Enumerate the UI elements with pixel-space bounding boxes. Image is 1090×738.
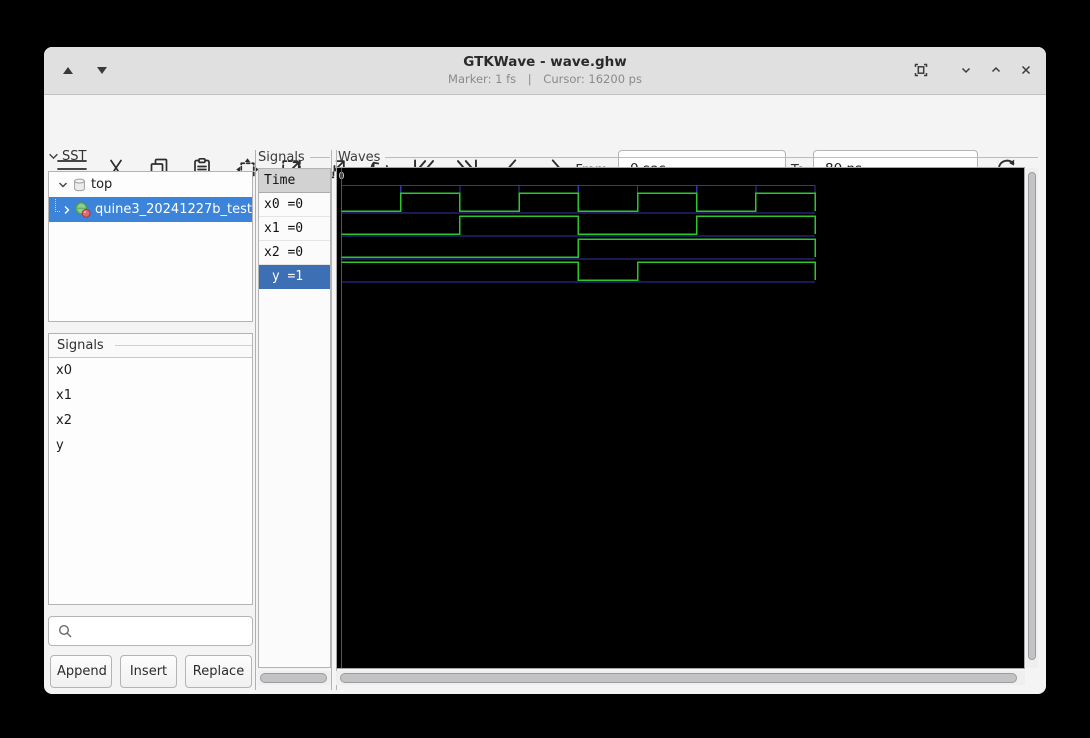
time-header[interactable]: Time	[259, 169, 330, 193]
signal-list-item-y[interactable]: y	[49, 433, 252, 458]
signals-column-row-2[interactable]: x2 =0	[259, 241, 330, 265]
window-status: Marker: 1 fs | Cursor: 16200 ps	[44, 72, 1046, 86]
maximize-icon	[991, 66, 1001, 73]
window-title: GTKWave - wave.ghw	[463, 54, 627, 70]
signals-column: Time x0 =0 x1 =0 x2 =0 y =1	[258, 168, 331, 668]
expander-down-icon[interactable]	[48, 151, 59, 162]
search-icon	[58, 624, 72, 638]
titlebar[interactable]: GTKWave - wave.ghw Marker: 1 fs | Cursor…	[44, 47, 1046, 95]
signals-column-label: Signals	[258, 149, 330, 166]
fullscreen-button[interactable]	[907, 56, 935, 84]
signals-column-row-0[interactable]: x0 =0	[259, 193, 330, 217]
sst-section-header: SST	[48, 149, 86, 164]
wave-trace-y	[341, 261, 816, 281]
expander-down-icon[interactable]	[56, 180, 70, 190]
waves-label: Waves	[338, 149, 1038, 166]
wave-trace-x1	[341, 215, 816, 235]
gtkwave-window: GTKWave - wave.ghw Marker: 1 fs | Cursor…	[44, 47, 1046, 694]
maximize-button[interactable]	[982, 56, 1010, 84]
fullscreen-icon	[914, 63, 928, 77]
append-button[interactable]: Append	[50, 655, 112, 688]
minimize-button[interactable]	[952, 56, 980, 84]
signal-list-item-x1[interactable]: x1	[49, 383, 252, 408]
marker-status: Marker: 1 fs	[448, 72, 517, 86]
tree-item-label: top	[91, 177, 113, 192]
waves-vscroll-thumb[interactable]	[1028, 172, 1036, 660]
wave-trace-x2	[341, 238, 816, 258]
close-icon	[1021, 65, 1031, 75]
signals-column-hscroll-thumb[interactable]	[260, 673, 327, 683]
tree-guide	[55, 199, 60, 212]
minimize-icon	[961, 67, 971, 74]
module-icon	[74, 201, 91, 218]
signals-column-row-3[interactable]: y =1	[259, 265, 330, 289]
close-button[interactable]	[1012, 56, 1040, 84]
waves-hscroll-thumb[interactable]	[340, 673, 1017, 683]
signal-search	[48, 616, 253, 646]
wave-trace-x0	[341, 192, 816, 212]
signal-list-item-x0[interactable]: x0	[49, 358, 252, 383]
wave-canvas[interactable]: 0	[337, 168, 1024, 668]
signals-column-row-1[interactable]: x1 =0	[259, 217, 330, 241]
search-input[interactable]	[78, 622, 252, 640]
signal-filter-frame-label: Signals	[49, 334, 252, 358]
signal-list-item-x2[interactable]: x2	[49, 408, 252, 433]
signal-filter-list: x0 x1 x2 y	[49, 358, 252, 458]
insert-button[interactable]: Insert	[120, 655, 177, 688]
waves-hscrollbar[interactable]	[336, 671, 1025, 685]
signal-filter-frame: Signals x0 x1 x2 y	[48, 333, 253, 605]
waves-vscrollbar[interactable]	[1026, 168, 1038, 668]
signal-value-rows: x0 =0 x1 =0 x2 =0 y =1	[259, 193, 330, 289]
cursor-status: Cursor: 16200 ps	[543, 72, 642, 86]
tree-item-label: quine3_20241227b_test	[95, 202, 252, 217]
sst-tree: top quine3_20241227b_test	[48, 171, 253, 322]
pane-splitter-left[interactable]	[255, 150, 256, 690]
expander-right-icon[interactable]	[62, 205, 72, 215]
sst-tree-item-1[interactable]: quine3_20241227b_test	[49, 197, 252, 222]
sst-label: SST	[62, 149, 87, 164]
desktop-background: GTKWave - wave.ghw Marker: 1 fs | Cursor…	[0, 0, 1090, 738]
wave-canvas-frame: 0	[336, 167, 1025, 669]
signals-column-hscrollbar[interactable]	[258, 671, 331, 685]
database-icon	[72, 177, 87, 193]
status-separator: |	[527, 72, 532, 86]
toolbar: From: To:	[44, 95, 1046, 188]
sst-tree-item-0[interactable]: top	[49, 172, 252, 197]
replace-button[interactable]: Replace	[185, 655, 252, 688]
